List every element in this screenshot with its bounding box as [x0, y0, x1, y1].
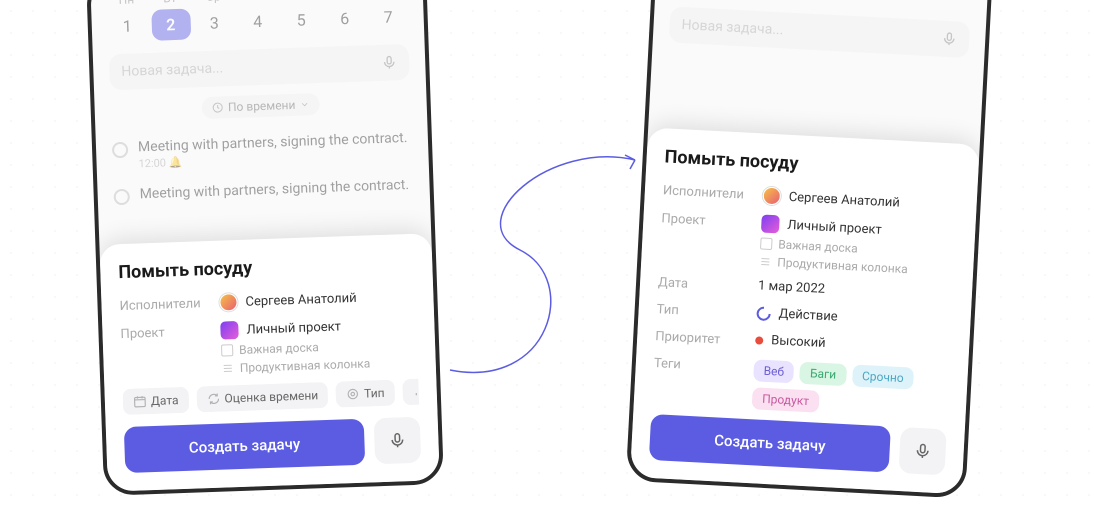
date-chip[interactable]: Дата	[122, 387, 189, 415]
bars-icon	[412, 384, 419, 398]
board-icon	[221, 344, 233, 356]
column-value: Продуктивная колонка	[759, 254, 908, 276]
day-2-selected[interactable]: 2	[151, 8, 191, 40]
create-task-sheet: Помыть посуду Исполнители Сергеев Анатол…	[99, 233, 439, 491]
mic-button[interactable]	[374, 417, 422, 465]
priority-dot-icon	[755, 336, 763, 344]
tag[interactable]: Баги	[800, 362, 847, 386]
day-4[interactable]: 4	[238, 5, 278, 37]
priority-value[interactable]: Высокий	[755, 332, 826, 351]
board-icon	[760, 237, 773, 250]
date-value[interactable]: 1 мар 2022	[758, 278, 826, 296]
day-7[interactable]: 7	[368, 1, 408, 33]
priority-label: Приоритет	[655, 327, 744, 349]
priority-chip[interactable]: Приоритет	[402, 379, 419, 406]
calendar-icon	[133, 394, 147, 408]
task-row: Meeting with partners, signing the contr…	[113, 169, 414, 213]
day-1[interactable]: 1	[107, 10, 147, 42]
checkbox-icon[interactable]	[113, 189, 130, 206]
tags-label: Теги	[653, 354, 742, 376]
swirl-icon	[346, 387, 360, 401]
new-task-input[interactable]: Новая задача...	[669, 6, 970, 58]
clock-icon	[212, 101, 224, 113]
option-chips: Дата Оценка времени Тип Приоритет	[122, 379, 419, 415]
mic-icon	[388, 431, 407, 450]
mic-icon	[941, 31, 958, 48]
swirl-icon	[754, 303, 774, 323]
date-label: Дата	[658, 273, 747, 295]
mic-button[interactable]	[898, 427, 946, 475]
assignees-label: Исполнители	[663, 181, 752, 203]
tag[interactable]: Срочно	[852, 364, 915, 389]
tag[interactable]: Веб	[753, 359, 795, 383]
phone-left: ПнВтСрЧтПтСбВс 1 2 3 4 5 6 7 Новая задач…	[86, 0, 444, 496]
new-task-input[interactable]: Новая задача...	[109, 44, 410, 90]
create-task-sheet-expanded: Помыть посуду Исполнители Сергеев Анатол…	[630, 127, 980, 494]
day-row: 1234567	[671, 0, 972, 10]
create-task-button[interactable]: Создать задачу	[649, 414, 891, 472]
task-row: Meeting with partners, signing the contr…	[111, 122, 412, 179]
assignees-label: Исполнители	[119, 294, 208, 314]
project-icon	[220, 321, 239, 340]
project-label: Проект	[661, 209, 750, 231]
avatar-icon	[219, 293, 238, 312]
checkbox-icon[interactable]	[112, 142, 129, 159]
project-label: Проект	[120, 322, 209, 342]
mic-icon	[381, 54, 398, 71]
day-3[interactable]: 3	[194, 7, 234, 39]
project-value[interactable]: Личный проект	[761, 214, 910, 240]
assignee-value[interactable]: Сергеев Анатолий	[219, 289, 357, 312]
project-icon	[761, 214, 780, 233]
estimate-chip[interactable]: Оценка времени	[196, 382, 329, 413]
day-5[interactable]: 5	[281, 4, 321, 36]
project-value[interactable]: Личный проект	[220, 316, 369, 339]
board-value: Важная доска	[221, 338, 370, 357]
day-6[interactable]: 6	[325, 2, 365, 34]
assignee-value[interactable]: Сергеев Анатолий	[762, 187, 900, 212]
tag[interactable]: Продукт	[752, 387, 820, 412]
column-icon	[222, 362, 234, 374]
refresh-icon	[206, 392, 220, 406]
day-row: 1 2 3 4 5 6 7	[107, 1, 408, 42]
tags-list: ВебБагиСрочно Продукт	[752, 359, 950, 419]
avatar-icon	[762, 187, 781, 206]
type-value[interactable]: Действие	[756, 305, 838, 324]
mic-icon	[913, 442, 932, 461]
sheet-title: Помыть посуду	[118, 252, 415, 283]
weekday-row: ПнВтСрЧтПтСбВс	[107, 0, 407, 7]
sheet-title: Помыть посуду	[664, 146, 961, 182]
column-value: Продуктивная колонка	[222, 356, 371, 375]
create-task-button[interactable]: Создать задачу	[124, 419, 365, 473]
type-label: Тип	[656, 300, 745, 322]
type-chip[interactable]: Тип	[336, 380, 395, 408]
sort-chip[interactable]: По времени	[202, 93, 320, 119]
column-icon	[759, 255, 772, 268]
chevron-down-icon	[299, 99, 309, 109]
phone-right: ПнВтСрЧтПтСбВс 1234567 Новая задача... П…	[626, 0, 995, 499]
